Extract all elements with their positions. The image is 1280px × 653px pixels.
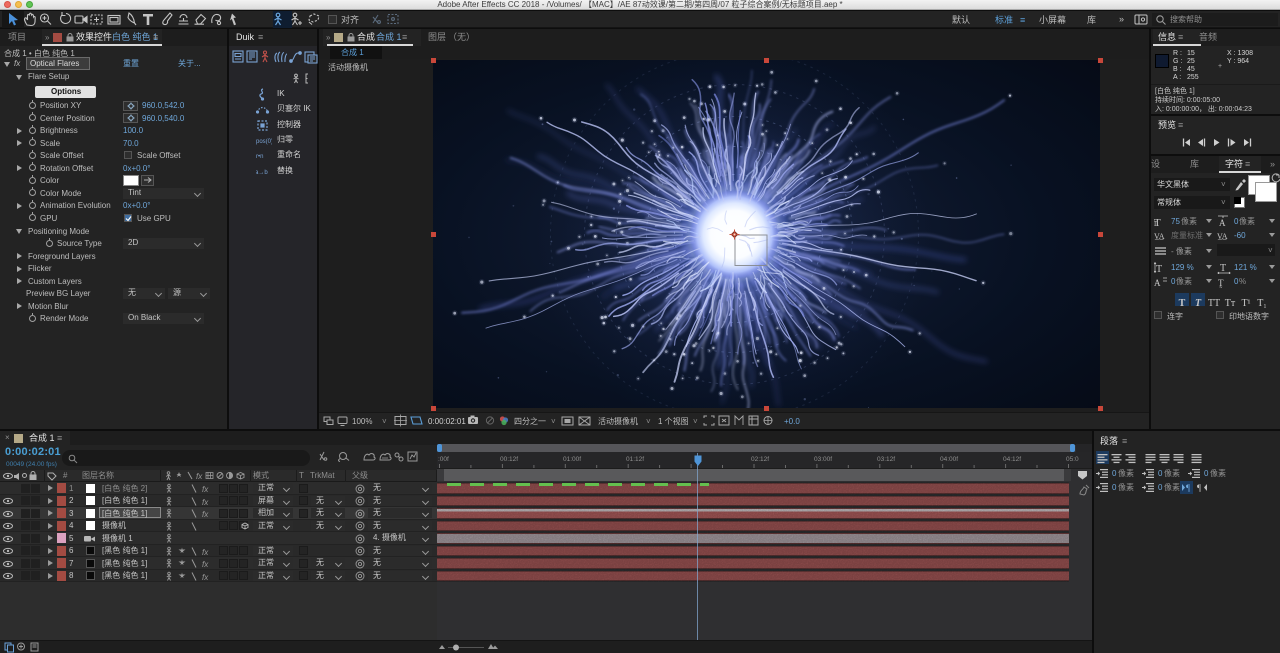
svg-text:T: T [1156, 264, 1162, 274]
svg-text:fx: fx [202, 498, 209, 507]
svg-text:pos(0): pos(0) [256, 139, 272, 145]
svg-text:V̲A̲: V̲A̲ [1154, 232, 1165, 241]
svg-text:a→b: a→b [256, 170, 268, 176]
svg-text:T̰: T̰ [1218, 278, 1224, 288]
svg-text:fx: fx [202, 485, 209, 494]
svg-text:T: T [1220, 263, 1226, 274]
svg-text:fx: fx [202, 510, 209, 519]
svg-text:r•n: r•n [256, 154, 263, 160]
svg-text:A: A [1219, 218, 1226, 228]
svg-text:¶: ¶ [1186, 483, 1190, 493]
svg-text:fx: fx [196, 472, 203, 481]
svg-text:fx: fx [202, 548, 209, 557]
svg-text:fx: fx [202, 560, 209, 569]
svg-text:fx: fx [202, 573, 209, 582]
svg-text:A: A [1154, 278, 1161, 288]
svg-text:¶: ¶ [1197, 483, 1201, 493]
svg-text:V̲A̲: V̲A̲ [1217, 232, 1228, 241]
